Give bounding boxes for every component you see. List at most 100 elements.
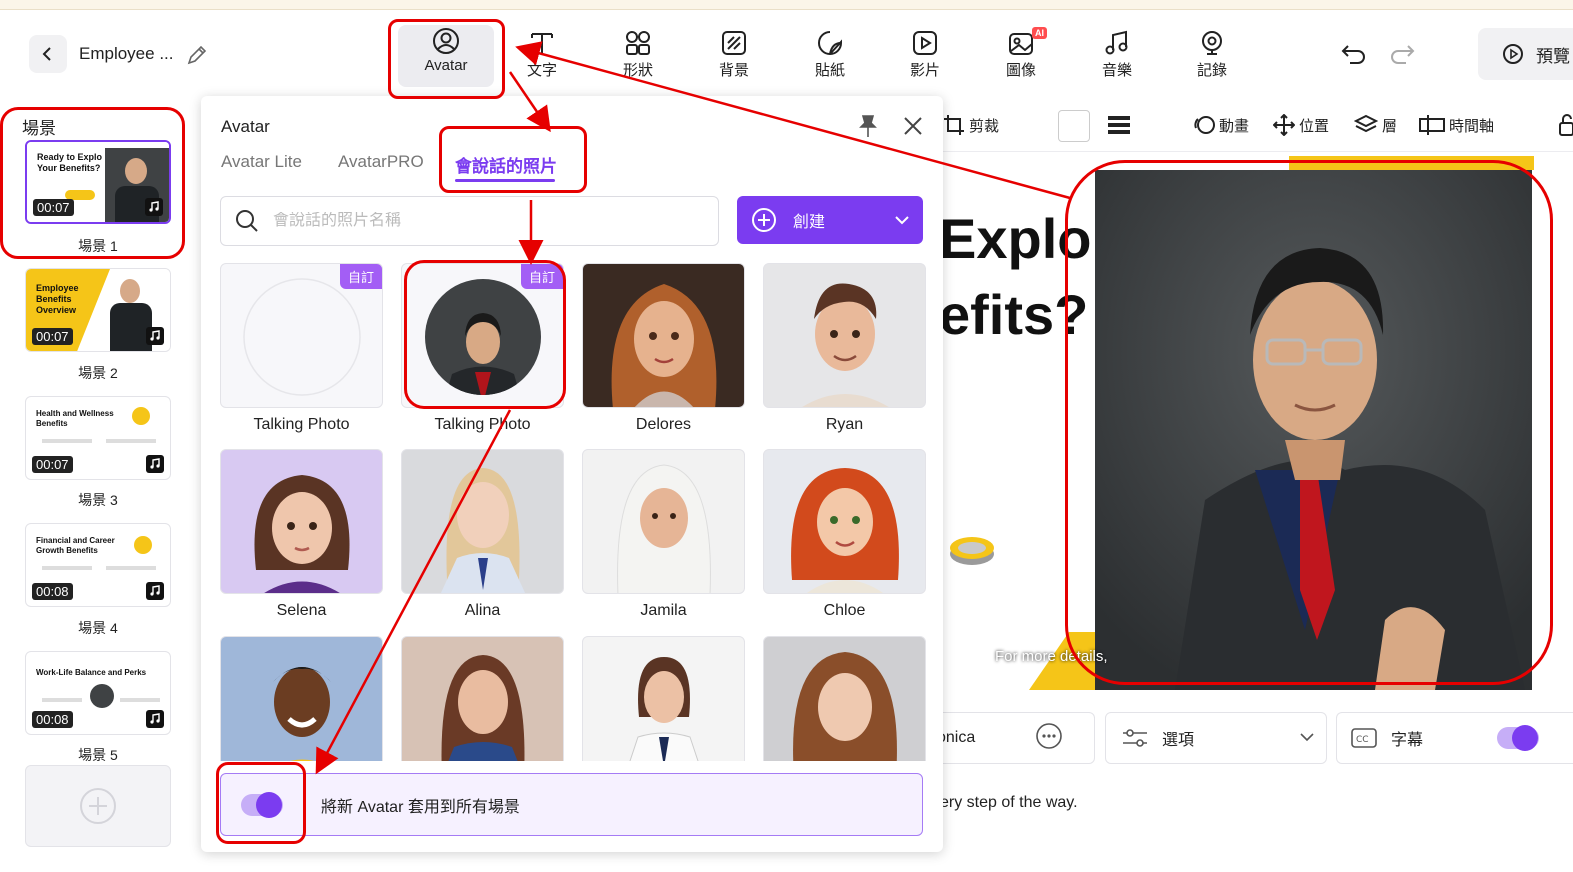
subtitle-label: 字幕 (1391, 732, 1424, 749)
avatar-card[interactable]: Jamila (582, 449, 745, 620)
timeline-label: 時間軸 (1449, 117, 1495, 135)
annotation-box-scene-1 (0, 107, 185, 259)
scene-label: 場景 5 (78, 747, 118, 763)
plus-circle-icon (752, 208, 776, 232)
lock-icon[interactable] (1559, 114, 1573, 141)
avatar-name: Alina (464, 602, 501, 619)
preview-button[interactable]: 預覽 (1478, 28, 1573, 80)
music-note-icon (146, 582, 164, 600)
scene-thumbnail-2[interactable]: Employee Benefits Overview 00:07 (25, 268, 171, 352)
scene-thumbnail-3[interactable]: Health and Wellness Benefits 00:07 (25, 396, 171, 480)
top-strip (0, 0, 1573, 10)
timeline-tool[interactable]: 時間軸 (1419, 114, 1494, 136)
apply-all-label: 將新 Avatar 套用到所有場景 (321, 798, 520, 816)
search-icon (236, 210, 258, 232)
tool-background[interactable]: 背景 (694, 27, 774, 87)
add-scene-button[interactable] (25, 765, 171, 847)
scene-thumb-text: Work-Life Balance and Perks (36, 668, 147, 677)
crop-icon (944, 115, 964, 135)
options-dropdown[interactable]: 選項 (1105, 712, 1327, 764)
avatar-name: Ryan (825, 416, 864, 433)
svg-text:CC: CC (1356, 735, 1369, 745)
annotation-box-canvas-avatar (1065, 160, 1553, 685)
subtitle-toggle[interactable] (1497, 725, 1540, 751)
avatar-name: Talking Photo (253, 416, 350, 433)
avatar-card[interactable] (220, 636, 383, 761)
avatar-portrait-delores (611, 284, 717, 407)
apply-to-all-scenes-bar: 將新 Avatar 套用到所有場景 (220, 773, 923, 836)
tool-label: 文字 (526, 62, 557, 79)
subtitles-control: CC 字幕 (1336, 712, 1573, 764)
tool-label: 影片 (909, 62, 940, 79)
avatar-grid-row-3 (220, 636, 926, 761)
project-title[interactable]: Employee ... (79, 44, 174, 64)
search-input[interactable] (273, 212, 673, 230)
animation-tool[interactable]: 動畫 (1193, 114, 1249, 136)
avatar-card[interactable]: 自訂 Talking Photo (220, 263, 383, 434)
tool-record[interactable]: 記錄 (1172, 27, 1252, 87)
scene-duration: 00:08 (32, 711, 73, 728)
image-icon (1009, 33, 1033, 55)
background-icon (722, 31, 746, 55)
animation-label: 動畫 (1219, 117, 1250, 135)
crop-tool[interactable]: 剪裁 (943, 114, 999, 136)
position-tool[interactable]: 位置 (1273, 114, 1329, 136)
music-note-icon (146, 455, 164, 473)
video-icon (913, 31, 937, 55)
scene-thumb-text: Financial and Career Growth Benefits (36, 536, 115, 555)
tool-image[interactable]: AI 圖像 (981, 27, 1061, 87)
tool-label: 背景 (718, 62, 749, 79)
avatar-card[interactable]: Chloe (763, 449, 926, 620)
undo-icon[interactable] (1340, 43, 1368, 70)
back-button[interactable] (29, 35, 67, 73)
create-button[interactable]: 創建 (737, 196, 923, 244)
voice-selector[interactable]: onica (925, 712, 1095, 764)
main-toolbar: Employee ... Avatar 文字 形狀 背景 貼紙 影片 AI 圖像… (0, 11, 1573, 99)
annotation-box-talking-photo-tab (439, 126, 587, 193)
scene-thumbnail-4[interactable]: Financial and Career Growth Benefits 00:… (25, 523, 171, 607)
scene-thumbnail-5[interactable]: Work-Life Balance and Perks 00:08 (25, 651, 171, 735)
tool-text[interactable]: 文字 (502, 27, 582, 87)
tool-video[interactable]: 影片 (885, 27, 965, 87)
edit-pencil-icon[interactable] (186, 44, 208, 71)
crop-label: 剪裁 (969, 117, 1000, 135)
tab-avatar-pro[interactable]: AvatarPRO (338, 152, 424, 172)
tool-label: 記錄 (1196, 62, 1227, 79)
avatar-portrait-ryan (802, 283, 889, 407)
scene-duration: 00:08 (32, 583, 73, 600)
close-icon[interactable] (903, 116, 923, 141)
chevron-left-icon (42, 47, 51, 61)
tool-label: 圖像 (1005, 62, 1036, 79)
avatar-card[interactable]: Selena (220, 449, 383, 620)
avatar-card[interactable]: Ryan (763, 263, 926, 434)
avatar-name: Jamila (640, 602, 687, 619)
pin-icon[interactable] (857, 114, 879, 143)
options-label: 選項 (1162, 732, 1195, 749)
avatar-portrait-chloe (791, 468, 899, 593)
avatar-portrait-jamila (617, 464, 711, 593)
scene-duration: 00:07 (32, 328, 73, 345)
coin-graphic (947, 532, 997, 573)
avatar-name: Delores (635, 416, 692, 433)
avatar-card[interactable]: Delores (582, 263, 745, 434)
avatar-card[interactable] (401, 636, 564, 761)
timeline-icon (1419, 115, 1445, 135)
redo-icon[interactable] (1388, 43, 1416, 70)
color-swatch[interactable] (1058, 110, 1090, 142)
script-text[interactable]: ery step of the way. (940, 794, 1078, 812)
layers-icon (1354, 114, 1378, 133)
sliders-icon (1123, 729, 1147, 747)
annotation-box-talking-photo-card (404, 260, 566, 409)
layer-label: 層 (1382, 117, 1398, 135)
tool-shapes[interactable]: 形狀 (598, 27, 678, 87)
avatar-card[interactable]: Alina (401, 449, 564, 620)
tool-sticker[interactable]: 貼紙 (790, 27, 870, 87)
avatar-card[interactable] (582, 636, 745, 761)
avatar-card[interactable] (763, 636, 926, 761)
search-box[interactable] (220, 196, 719, 246)
tool-music[interactable]: 音樂 (1077, 27, 1157, 87)
layer-tool[interactable]: 層 (1354, 114, 1397, 136)
tab-avatar-lite[interactable]: Avatar Lite (221, 152, 302, 172)
more-options-icon[interactable] (1035, 722, 1063, 755)
line-weight-icon[interactable] (1107, 114, 1131, 141)
